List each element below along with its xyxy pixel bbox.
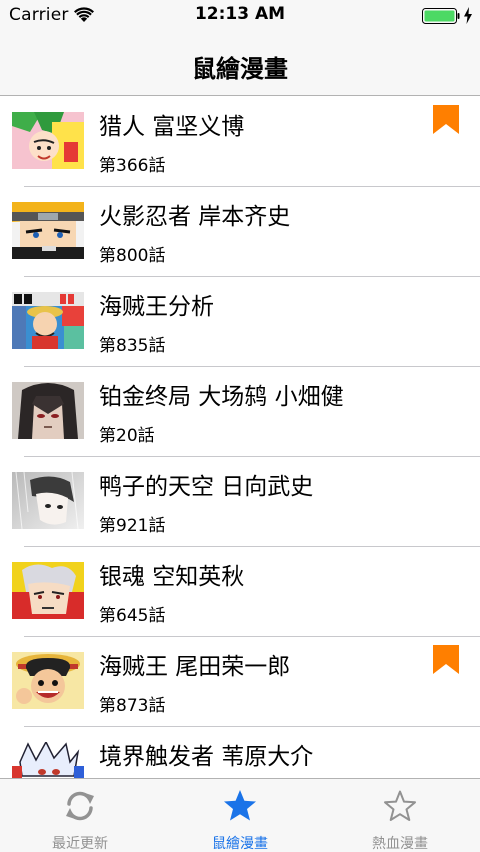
bookmark-icon[interactable] — [433, 645, 459, 674]
tab-hot-blood-comics[interactable]: 熱血漫畫 — [320, 779, 480, 852]
bookmark-icon[interactable] — [433, 105, 459, 134]
comic-title: 海贼王 尾田荣一郎 — [99, 654, 291, 680]
tab-bar: 最近更新 鼠繪漫畫 熱血漫畫 — [0, 778, 480, 852]
comic-cover-thumbnail — [12, 292, 84, 349]
comic-cover-thumbnail — [12, 562, 84, 619]
comic-title: 铂金终局 大场鸫 小畑健 — [99, 384, 344, 410]
comic-cover-thumbnail — [12, 742, 84, 778]
tab-label: 熱血漫畫 — [372, 836, 428, 852]
comic-list[interactable]: 猎人 富坚义博 第366話 火影忍者 岸本齐史 第800話 海贼王分析 第835… — [0, 97, 480, 778]
chapter-label: 第921話 — [99, 516, 166, 536]
comic-title: 火影忍者 岸本齐史 — [99, 204, 291, 230]
list-item[interactable]: 鸭子的天空 日向武史 第921話 — [0, 457, 480, 547]
star-filled-icon — [224, 790, 256, 821]
chapter-label: 第366話 — [99, 156, 166, 176]
comic-title: 银魂 空知英秋 — [99, 564, 245, 590]
star-outline-icon — [384, 790, 416, 821]
comic-cover-thumbnail — [12, 112, 84, 169]
tab-shuhui-comics[interactable]: 鼠繪漫畫 — [160, 779, 320, 852]
chapter-label: 第20話 — [99, 426, 155, 446]
chapter-label: 第873話 — [99, 696, 166, 716]
chapter-label: 第835話 — [99, 336, 166, 356]
list-item[interactable]: 境界触发者 苇原大介 — [0, 727, 480, 778]
clock: 12:13 AM — [194, 4, 286, 24]
list-item[interactable]: 猎人 富坚义博 第366話 — [0, 97, 480, 187]
chapter-label: 第645話 — [99, 606, 166, 626]
page-title: 鼠繪漫畫 — [192, 55, 288, 83]
charging-bolt-icon — [464, 7, 472, 24]
comic-title: 境界触发者 苇原大介 — [99, 744, 314, 770]
list-item[interactable]: 火影忍者 岸本齐史 第800話 — [0, 187, 480, 277]
comic-title: 海贼王分析 — [99, 294, 214, 320]
status-bar: Carrier 12:13 AM — [0, 0, 480, 32]
list-item[interactable]: 铂金终局 大场鸫 小畑健 第20話 — [0, 367, 480, 457]
comic-cover-thumbnail — [12, 472, 84, 529]
list-item[interactable]: 海贼王分析 第835話 — [0, 277, 480, 367]
refresh-icon — [66, 791, 94, 821]
comic-title: 猎人 富坚义博 — [99, 114, 245, 140]
chapter-label: 第800話 — [99, 246, 166, 266]
comic-cover-thumbnail — [12, 202, 84, 259]
comic-cover-thumbnail — [12, 382, 84, 439]
comic-cover-thumbnail — [12, 652, 84, 709]
list-item[interactable]: 海贼王 尾田荣一郎 第873話 — [0, 637, 480, 727]
tab-label: 鼠繪漫畫 — [212, 836, 268, 852]
list-item[interactable]: 银魂 空知英秋 第645話 — [0, 547, 480, 637]
battery-full-icon — [422, 8, 460, 24]
tab-recent-updates[interactable]: 最近更新 — [0, 779, 160, 852]
comic-title: 鸭子的天空 日向武史 — [99, 474, 314, 500]
tab-label: 最近更新 — [52, 836, 108, 852]
navigation-bar: 鼠繪漫畫 — [0, 32, 480, 96]
